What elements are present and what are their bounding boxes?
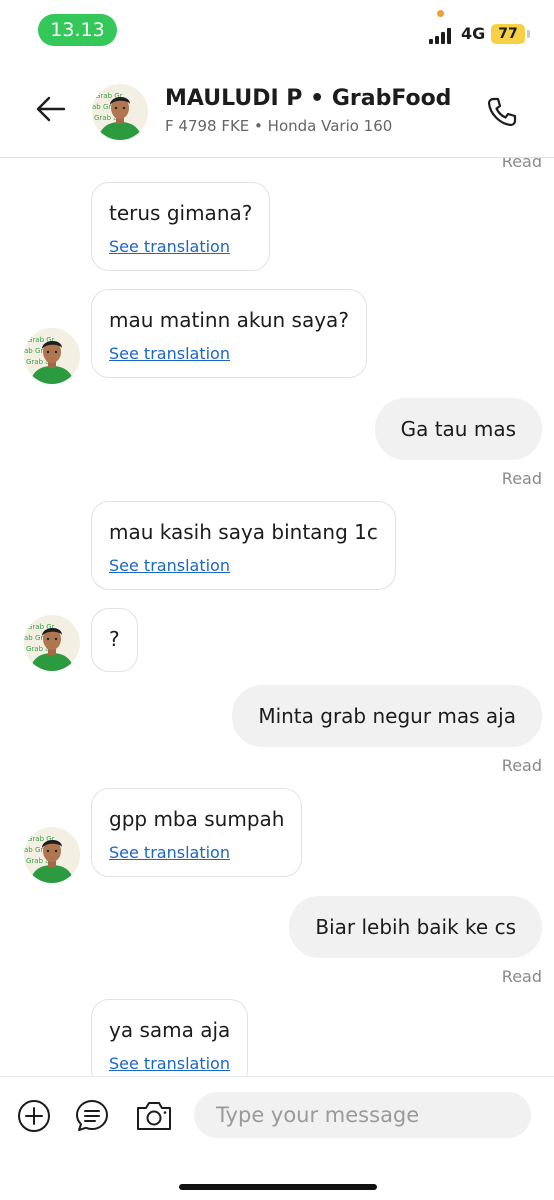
- message-input[interactable]: [194, 1092, 531, 1138]
- read-receipt: Read: [501, 756, 542, 775]
- driver-avatar: [24, 615, 80, 671]
- quick-reply-button[interactable]: [75, 1099, 109, 1133]
- driver-name: MAULUDI P • GrabFood: [165, 86, 452, 111]
- camera-button[interactable]: [135, 1099, 173, 1133]
- battery-tip: [527, 30, 530, 38]
- message-text: mau matinn akun saya?: [109, 308, 349, 332]
- arrow-left-icon: [36, 96, 66, 122]
- see-translation-link[interactable]: See translation: [109, 843, 284, 862]
- see-translation-link[interactable]: See translation: [109, 1054, 230, 1073]
- vehicle-info: F 4798 FKE • Honda Vario 160: [165, 117, 393, 135]
- incoming-message: ?: [91, 608, 138, 672]
- signal-strength-icon: [429, 28, 455, 44]
- message-composer: [0, 1076, 554, 1200]
- driver-avatar: [24, 328, 80, 384]
- see-translation-link[interactable]: See translation: [109, 344, 349, 363]
- status-time: 13.13: [38, 14, 117, 46]
- outgoing-message: Biar lebih baik ke cs: [289, 896, 542, 958]
- message-text: Ga tau mas: [400, 417, 516, 441]
- quick-reply-icon: [76, 1100, 108, 1131]
- incoming-message: gpp mba sumpah See translation: [91, 788, 303, 877]
- see-translation-link[interactable]: See translation: [109, 237, 252, 256]
- read-receipt: Read: [501, 469, 542, 488]
- home-indicator: [179, 1184, 377, 1190]
- message-text: Minta grab negur mas aja: [258, 704, 516, 728]
- camera-icon: [137, 1102, 171, 1130]
- outgoing-message: Ga tau mas: [374, 398, 542, 460]
- privacy-indicator-dot: [437, 10, 444, 17]
- call-button[interactable]: [486, 96, 518, 128]
- message-text: Biar lebih baik ke cs: [315, 915, 516, 939]
- driver-avatar[interactable]: [92, 84, 148, 140]
- phone-icon: [487, 97, 517, 127]
- battery-level: 77: [498, 26, 518, 42]
- message-list[interactable]: Read terus gimana? See translation mau m…: [0, 158, 554, 1076]
- incoming-message: mau matinn akun saya? See translation: [91, 289, 367, 378]
- incoming-message: terus gimana? See translation: [91, 182, 271, 271]
- battery-icon: 77: [491, 24, 525, 44]
- incoming-message: mau kasih saya bintang 1c See translatio…: [91, 501, 396, 590]
- message-text: ya sama aja: [109, 1018, 231, 1042]
- plus-circle-icon: [18, 1100, 50, 1132]
- message-text: terus gimana?: [109, 201, 253, 225]
- message-text: mau kasih saya bintang 1c: [109, 520, 378, 544]
- message-text: ?: [109, 627, 120, 651]
- attach-button[interactable]: [17, 1099, 51, 1133]
- network-type: 4G: [461, 24, 486, 43]
- read-receipt: Read: [501, 967, 542, 986]
- status-bar: 13.13 4G 77: [0, 0, 554, 64]
- driver-avatar: [24, 827, 80, 883]
- back-button[interactable]: [34, 92, 68, 126]
- incoming-message: ya sama aja See translation: [91, 999, 249, 1076]
- outgoing-message: Minta grab negur mas aja: [232, 685, 542, 747]
- read-receipt: Read: [501, 158, 542, 171]
- message-text: gpp mba sumpah: [109, 807, 285, 831]
- see-translation-link[interactable]: See translation: [109, 556, 378, 575]
- chat-header: MAULUDI P • GrabFood F 4798 FKE • Honda …: [0, 64, 554, 158]
